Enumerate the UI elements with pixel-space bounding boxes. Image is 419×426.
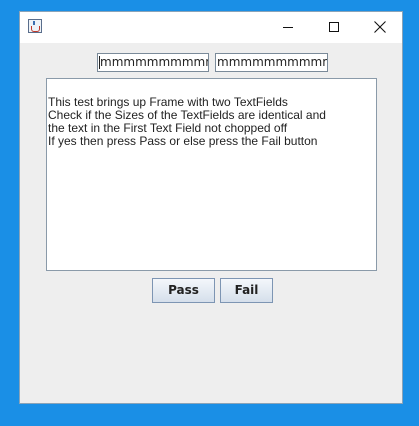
- minimize-button[interactable]: [265, 12, 311, 43]
- fail-button[interactable]: Fail: [220, 278, 273, 303]
- test-frame-window: mmmmmmmmmmmm mmmmmmmmmmmm This test brin…: [19, 11, 403, 404]
- close-button[interactable]: [357, 12, 403, 43]
- minimize-icon: [283, 27, 293, 28]
- second-text-field[interactable]: mmmmmmmmmmmm: [215, 53, 328, 72]
- title-bar[interactable]: [20, 12, 402, 43]
- instructions-text-area[interactable]: This test brings up Frame with two TextF…: [46, 78, 377, 271]
- second-text-field-value: mmmmmmmmmmmm: [217, 55, 327, 69]
- instruction-line: If yes then press Pass or else press the…: [48, 134, 318, 148]
- close-icon: [374, 21, 386, 33]
- maximize-icon: [329, 22, 339, 32]
- first-text-field-value: mmmmmmmmmmmm: [100, 55, 208, 69]
- maximize-button[interactable]: [311, 12, 357, 43]
- java-cup-icon: [28, 19, 42, 33]
- pass-button[interactable]: Pass: [152, 278, 215, 303]
- first-text-field[interactable]: mmmmmmmmmmmm: [97, 53, 209, 72]
